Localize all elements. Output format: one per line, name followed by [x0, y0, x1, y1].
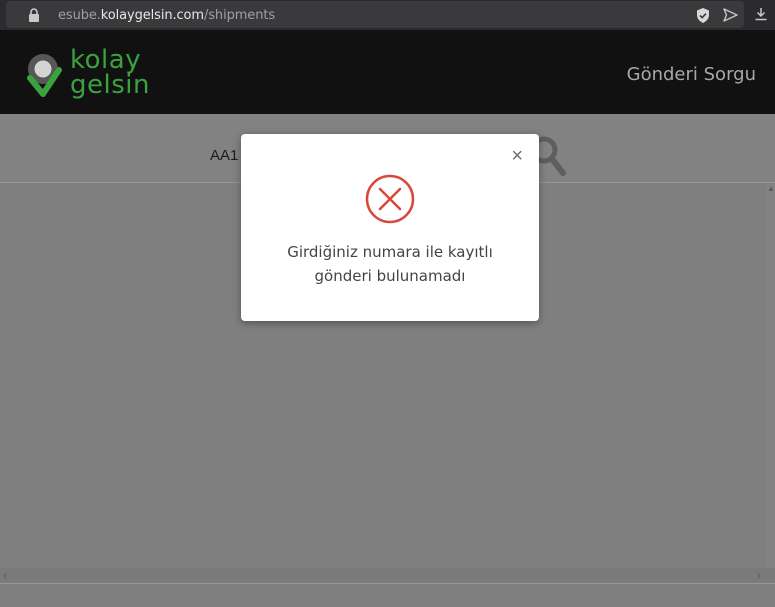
logo-wordmark: kolay gelsin [70, 47, 150, 100]
lock-icon [29, 8, 39, 22]
not-found-modal: × Girdiğiniz numara ile kayıtlı gönderi … [241, 134, 539, 321]
url-domain: kolaygelsin.com [100, 8, 204, 23]
horizontal-scrollbar[interactable]: ‹ › [0, 568, 775, 582]
site-header: kolay gelsin Gönderi Sorgu [0, 30, 775, 114]
download-icon[interactable] [754, 7, 768, 21]
address-bar[interactable]: esube.kolaygelsin.com/shipments [6, 1, 744, 28]
scroll-up-arrow-icon[interactable]: ▲ [767, 184, 775, 193]
location-pin-icon [27, 54, 62, 97]
nav-gonderi-sorgu[interactable]: Gönderi Sorgu [627, 64, 756, 85]
scroll-left-arrow-icon[interactable]: ‹ [3, 568, 7, 582]
send-icon[interactable] [723, 8, 738, 22]
modal-message: Girdiğiniz numara ile kayıtlı gönderi bu… [241, 240, 539, 288]
message-line-1: Girdiğiniz numara ile kayıtlı [287, 243, 493, 261]
error-x-circle-icon [365, 174, 415, 224]
url-prefix: esube. [58, 8, 101, 23]
close-button[interactable]: × [511, 146, 523, 166]
message-line-2: gönderi bulunamadı [314, 267, 466, 285]
url-path: /shipments [203, 8, 276, 23]
logo-line-2: gelsin [70, 70, 150, 100]
shield-icon[interactable] [696, 8, 710, 23]
browser-toolbar: esube.kolaygelsin.com/shipments [0, 0, 775, 30]
tracking-number-input[interactable]: AA1 [210, 147, 238, 164]
url-text[interactable]: esube.kolaygelsin.com/shipments [58, 8, 275, 23]
kolaygelsin-logo[interactable]: kolay gelsin [26, 47, 156, 100]
divider [0, 583, 775, 584]
scroll-right-arrow-icon[interactable]: › [757, 568, 761, 582]
vertical-scrollbar[interactable]: ▲ [765, 184, 775, 570]
